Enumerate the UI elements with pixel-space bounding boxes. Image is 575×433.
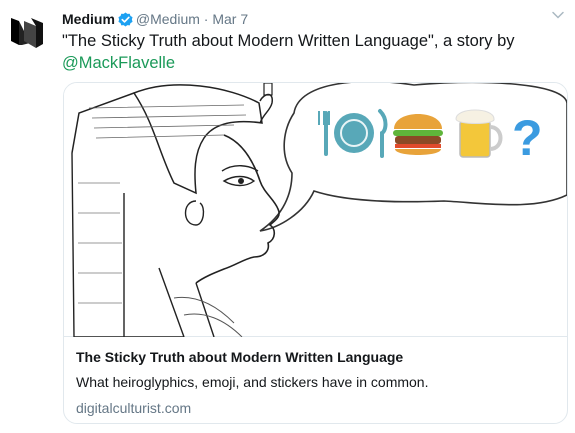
link-card[interactable]: ? The Sticky Truth about Modern Written … xyxy=(63,82,568,424)
header-separator: · xyxy=(203,11,209,27)
fork-knife-plate-icon xyxy=(318,109,388,158)
mention-link[interactable]: @MackFlavelle xyxy=(62,54,175,72)
card-title[interactable]: The Sticky Truth about Modern Written La… xyxy=(76,348,555,367)
card-description: What heiroglyphics, emoji, and stickers … xyxy=(76,374,429,390)
chevron-down-icon[interactable] xyxy=(551,8,565,22)
tweet-header: Medium @Medium · Mar 7 xyxy=(62,9,555,29)
verified-badge-icon xyxy=(118,12,133,27)
author-name[interactable]: Medium xyxy=(62,11,115,27)
tweet-text: "The Sticky Truth about Modern Written L… xyxy=(62,30,557,74)
tweet-date[interactable]: Mar 7 xyxy=(212,11,248,27)
question-mark-icon: ? xyxy=(512,110,543,166)
beer-mug-icon xyxy=(455,109,503,158)
tweet-body: "The Sticky Truth about Modern Written L… xyxy=(62,32,515,50)
card-body: The Sticky Truth about Modern Written La… xyxy=(76,348,555,418)
author-handle[interactable]: @Medium xyxy=(136,11,200,27)
medium-logo-avatar[interactable] xyxy=(10,14,44,48)
card-image[interactable]: ? xyxy=(64,83,567,338)
hamburger-icon xyxy=(393,114,443,155)
card-domain[interactable]: digitalculturist.com xyxy=(76,399,555,418)
pharaoh-illustration: ? xyxy=(71,83,567,338)
